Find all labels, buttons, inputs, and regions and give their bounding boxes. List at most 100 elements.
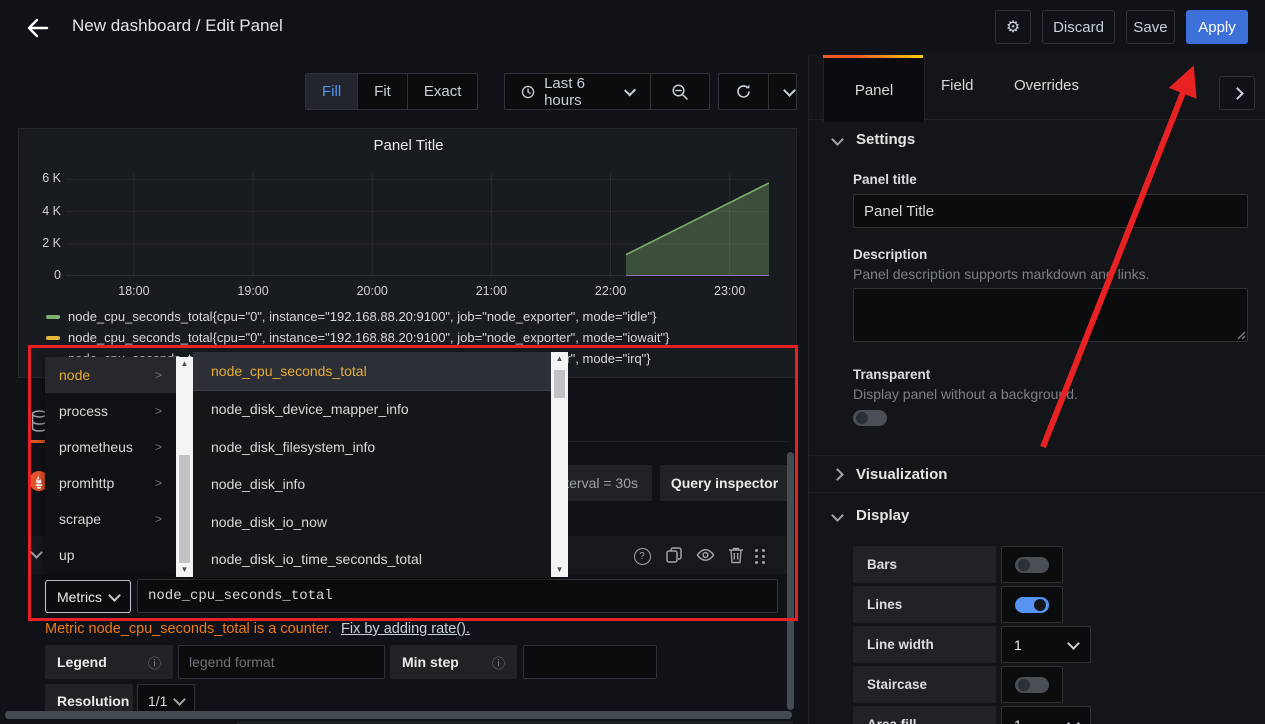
back-arrow-icon[interactable] [24, 14, 52, 42]
min-step-input[interactable] [523, 645, 657, 679]
panel-title-input[interactable] [853, 194, 1248, 228]
save-button[interactable]: Save [1126, 10, 1175, 44]
vertical-scrollbar[interactable] [787, 452, 794, 710]
horizontal-scrollbar[interactable] [5, 711, 792, 719]
visualization-section-header[interactable]: Visualization [833, 466, 947, 483]
select-line-width[interactable]: 1 [1001, 626, 1091, 663]
select-value: 1 [1014, 637, 1022, 653]
resize-handle-icon[interactable] [1237, 331, 1246, 340]
help-icon: ? [634, 548, 651, 565]
discard-button[interactable]: Discard [1042, 10, 1115, 44]
min-step-label: Min step ⓘ [390, 645, 517, 679]
query-tab-active-underline [31, 440, 46, 443]
zoom-out-button[interactable] [651, 74, 709, 109]
description-textarea[interactable] [853, 288, 1248, 342]
time-controls-group: Last 6 hours [504, 73, 710, 110]
submenu-arrow-icon: > [155, 368, 162, 382]
transparent-toggle[interactable] [853, 410, 887, 426]
toggle-knob [856, 412, 868, 424]
tab-field[interactable]: Field [941, 77, 974, 94]
chevron-down-icon [108, 589, 121, 602]
metric-item-node_disk_io_time_seconds_total[interactable]: node_disk_io_time_seconds_total [193, 541, 551, 579]
display-rows: BarsLinesLine width1StaircaseArea fill1 [853, 546, 1253, 724]
tab-overrides[interactable]: Overrides [1014, 77, 1079, 94]
display-heading: Display [856, 507, 909, 524]
chevron-down-icon [1067, 717, 1080, 724]
query-help-button[interactable]: ? [632, 546, 652, 566]
refresh-interval-dropdown[interactable] [769, 74, 810, 109]
legend-row: node_cpu_seconds_total{cpu="0", instance… [40, 327, 669, 348]
settings-heading: Settings [856, 131, 915, 148]
metric-item-node_disk_device_mapper_info[interactable]: node_disk_device_mapper_info [193, 391, 551, 429]
metric-group-item-prometheus[interactable]: prometheus> [45, 429, 176, 465]
legend-swatch-icon[interactable] [46, 336, 60, 340]
submenu-arrow-icon: > [155, 404, 162, 418]
submenu-arrow-icon: > [155, 476, 162, 490]
legend-series-label[interactable]: node_cpu_seconds_total{cpu="0", instance… [68, 309, 656, 324]
metric-group-item-scrape[interactable]: scrape> [45, 501, 176, 537]
metric-group-item-node[interactable]: node> [45, 357, 176, 393]
display-section-header[interactable]: Display [833, 507, 909, 524]
metric-item-node_disk_info[interactable]: node_disk_info [193, 466, 551, 504]
tab-panel[interactable]: Panel [823, 55, 925, 122]
select-value: 1 [1014, 717, 1022, 724]
metric-group-label: up [59, 547, 75, 563]
metric-group-label: process [59, 403, 108, 419]
refresh-group [718, 73, 797, 110]
tab-panel-label: Panel [855, 82, 893, 99]
collapse-sidebar-button[interactable] [1219, 76, 1255, 110]
settings-section-header[interactable]: Settings [833, 131, 915, 148]
metric-submenu: node_cpu_seconds_totalnode_disk_device_m… [193, 352, 551, 578]
chevron-down-icon [1067, 637, 1080, 650]
fix-by-adding-rate-link[interactable]: Fix by adding rate(). [341, 621, 470, 637]
chevron-down-icon [624, 84, 636, 96]
duplicate-query-button[interactable] [665, 546, 683, 564]
metric-item-node_cpu_seconds_total[interactable]: node_cpu_seconds_total [193, 352, 551, 391]
y-tick-label: 4 K [19, 204, 61, 218]
drag-handle-icon[interactable] [755, 549, 758, 552]
size-mode-exact[interactable]: Exact [408, 74, 478, 109]
legend-format-input[interactable] [178, 645, 385, 679]
toggle-staircase[interactable] [1001, 666, 1063, 703]
time-range-picker[interactable]: Last 6 hours [505, 74, 651, 109]
metric-item-node_disk_io_now[interactable]: node_disk_io_now [193, 503, 551, 541]
copy-icon [665, 546, 683, 564]
toggle-bars[interactable] [1001, 546, 1063, 583]
size-mode-fit[interactable]: Fit [358, 74, 408, 109]
legend-series-label[interactable]: node_cpu_seconds_total{cpu="0", instance… [68, 330, 669, 345]
submenu-arrow-icon: > [155, 440, 162, 454]
panel-preview-title: Panel Title [19, 137, 798, 154]
select-area-fill[interactable]: 1 [1001, 706, 1091, 724]
metric-group-item-promhttp[interactable]: promhttp> [45, 465, 176, 501]
disable-query-button[interactable] [696, 547, 715, 563]
apply-button[interactable]: Apply [1186, 10, 1248, 44]
metric-group-label: scrape [59, 511, 101, 527]
promql-query-input[interactable] [137, 579, 778, 613]
metric-item-node_disk_filesystem_info[interactable]: node_disk_filesystem_info [193, 428, 551, 466]
group-menu-scrollbar[interactable]: ▲ ▼ [176, 357, 193, 577]
transparent-hint: Display panel without a background. [853, 386, 1078, 402]
x-tick-label: 22:00 [583, 284, 639, 298]
chart-plot-area[interactable] [66, 173, 769, 276]
toggle-pill [1015, 557, 1049, 573]
clock-icon [521, 84, 535, 100]
display-row: Area fill1 [853, 706, 1253, 724]
display-row-label: Staircase [853, 666, 996, 703]
legend-swatch-icon[interactable] [46, 315, 60, 319]
scroll-down-arrow-icon: ▼ [556, 563, 564, 577]
scrollbar-thumb [554, 370, 565, 398]
display-row-label: Lines [853, 586, 996, 623]
description-label: Description [853, 247, 927, 262]
panel-settings-gear-button[interactable]: ⚙ [995, 10, 1031, 44]
metrics-browser-button[interactable]: Metrics [45, 580, 131, 613]
metric-group-item-up[interactable]: up [45, 537, 176, 573]
metric-submenu-scrollbar[interactable]: ▲ ▼ [551, 352, 568, 577]
toggle-lines[interactable] [1001, 586, 1063, 623]
refresh-button[interactable] [719, 74, 769, 109]
size-mode-fill[interactable]: Fill [306, 74, 358, 109]
delete-query-button[interactable] [728, 546, 744, 564]
info-icon: ⓘ [492, 653, 505, 672]
min-step-label-text: Min step [402, 654, 459, 670]
query-inspector-button[interactable]: Query inspector [660, 465, 789, 501]
metric-group-item-process[interactable]: process > [45, 393, 176, 429]
